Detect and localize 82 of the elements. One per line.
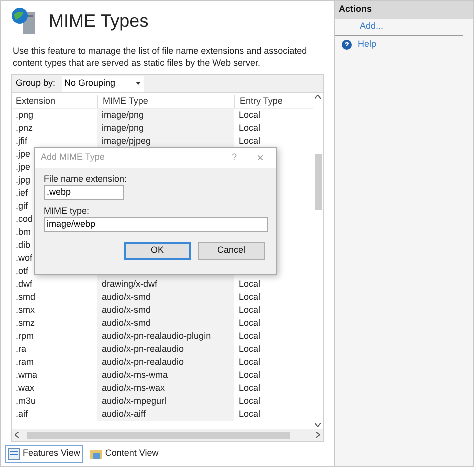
table-cell: .aif [16,409,28,419]
table-cell: .dwf [16,279,33,289]
table-cell: .ram [16,357,34,367]
table-cell: Local [239,292,261,302]
dialog-title: Add MIME Type [41,151,106,164]
table-cell: .smz [16,318,35,328]
table-cell: .png [16,110,34,120]
table-cell: Local [239,123,261,133]
view-tab[interactable]: Features View [5,445,84,463]
group-by-dropdown[interactable]: No Grouping [62,76,144,92]
actions-title: Actions [339,3,372,16]
table-cell: .ief [16,188,28,198]
table-cell: .ra [16,344,27,354]
table-cell: .dib [16,240,31,250]
table-cell: .gif [16,201,28,211]
table-cell: .rpm [16,331,34,341]
table-cell: .wma [16,370,38,380]
table-cell: .jfif [16,136,28,146]
horizontal-scrollbar[interactable] [12,429,323,441]
table-cell: image/pjpeg [102,136,152,146]
table-cell: audio/x-aiff [102,409,146,419]
folder-icon [90,448,102,460]
table-cell: audio/x-ms-wax [102,383,166,393]
table-cell: audio/x-pn-realaudio-plugin [102,331,212,341]
table-cell: .wof [16,253,33,263]
table-cell: .smd [16,292,36,302]
table-cell: audio/x-mpegurl [102,396,167,406]
vertical-scrollbar[interactable] [313,93,323,429]
scroll-right-icon [316,432,320,438]
table-cell: .otf [16,266,29,276]
column-header[interactable]: MIME Type [103,96,148,106]
dialog-button[interactable]: Cancel [198,242,265,260]
table-cell: Local [239,409,261,419]
table-cell: image/png [102,123,144,133]
table-cell: Local [239,370,261,380]
table-cell: drawing/x-dwf [102,279,158,289]
table-cell: image/png [102,110,144,120]
table-cell: .wax [16,383,35,393]
dialog-button[interactable]: OK [124,242,191,260]
table-cell: audio/x-pn-realaudio [102,357,184,367]
table-cell: audio/x-smd [102,292,152,302]
table-cell: Local [239,110,261,120]
description: Use this feature to manage the list of file name extensions and associated content types that are served as static files by the Web server. [13,45,308,69]
table-cell: Local [239,305,261,315]
add-link[interactable]: Add... [360,20,384,34]
table-cell: .jpe [16,162,31,172]
table-cell: .jpe [16,149,31,159]
table-cell: audio/x-smd [102,318,152,328]
globe-server-icon [11,7,37,35]
scroll-up-icon [315,95,321,99]
table-cell: Local [239,136,261,146]
view-tab[interactable]: Content View [87,445,162,463]
scroll-down-icon [315,423,321,427]
column-header[interactable]: Extension [16,96,56,106]
table-cell: Local [239,396,261,406]
help-icon [342,40,352,50]
page-title: MIME Types [49,10,149,33]
table-cell: Local [239,331,261,341]
table-cell: Local [239,318,261,328]
group-by-label: Group by: [16,76,56,90]
text-field[interactable]: image/webp [44,217,268,232]
field-label: File name extension: [44,173,128,185]
table-cell: .pnz [16,123,34,133]
table-cell: Local [239,357,261,367]
help-link[interactable]: Help [358,38,377,52]
table-cell: audio/x-smd [102,305,152,315]
list-view-icon [8,448,20,460]
table-cell: .smx [16,305,35,315]
field-label: MIME type: [44,205,91,217]
text-field[interactable]: .webp [44,185,124,200]
table-cell: Local [239,383,261,393]
table-cell: audio/x-ms-wma [102,370,168,380]
table-cell: .bm [16,227,32,237]
table-cell: Local [239,279,261,289]
table-cell: .cod [16,214,34,224]
table-cell: Local [239,344,261,354]
table-cell: .m3u [16,396,36,406]
caret-icon [136,82,141,85]
scroll-left-icon [15,432,19,438]
column-header[interactable]: Entry Type [240,96,283,106]
table-cell: audio/x-pn-realaudio [102,344,184,354]
table-cell: .jpg [16,175,31,185]
